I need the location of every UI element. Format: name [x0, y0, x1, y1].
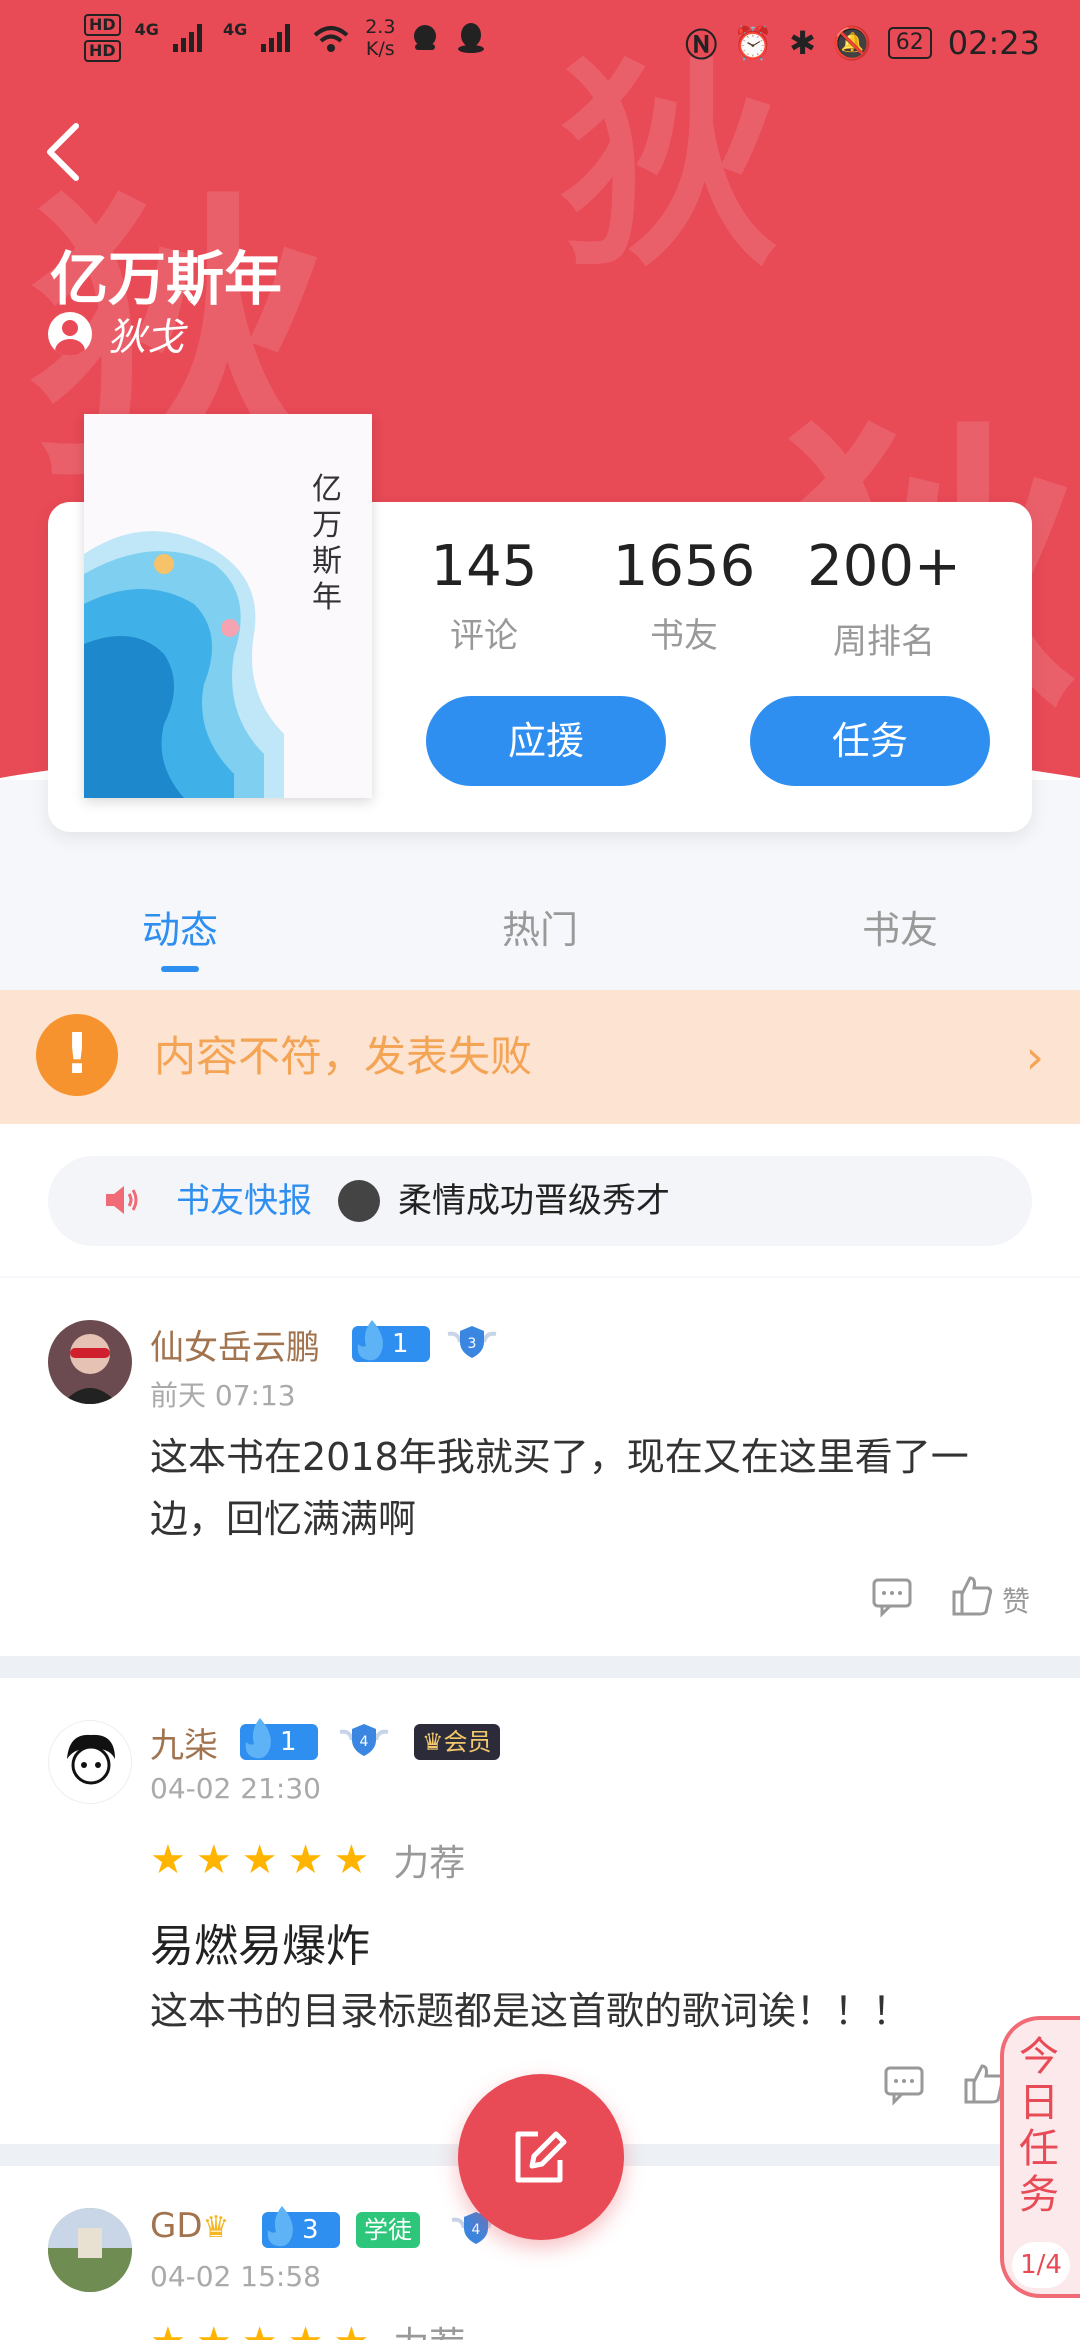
compose-post-button[interactable]	[458, 2074, 624, 2240]
post-failed-banner[interactable]: ! 内容不符，发表失败 ›	[0, 990, 1080, 1124]
daily-task-label: 今日任务	[1019, 2034, 1059, 2218]
hd-icon: HD	[84, 14, 121, 36]
wifi-icon	[313, 26, 349, 52]
alarm-icon: ⏰	[733, 24, 774, 62]
mute-icon: 🔕	[831, 24, 872, 62]
chevron-right-icon: ›	[1025, 1030, 1044, 1084]
news-label: 书友快报	[176, 1181, 312, 1221]
level-badge: 1	[240, 1718, 318, 1760]
stat-comments[interactable]: 145 评论	[384, 530, 584, 663]
svg-text:4: 4	[472, 2222, 481, 2238]
tab-readers[interactable]: 书友	[720, 870, 1080, 990]
level-badge: 3	[262, 2206, 340, 2248]
daily-task-tab[interactable]: 今日任务 1/4	[1000, 2016, 1080, 2298]
stat-weekly-rank[interactable]: 200+ 周排名	[784, 530, 984, 663]
post-title[interactable]: 易燃易爆炸	[150, 1910, 370, 1974]
support-button[interactable]: 应援	[426, 696, 666, 786]
avatar[interactable]	[48, 1720, 132, 1804]
status-bar: HD HD 4G 4G 2.3 K/s Ⓝ ⏰ ✱ 🔕 62 02:23	[0, 0, 1080, 80]
cover-title: 亿万斯年	[312, 472, 342, 615]
star-icon: ★	[195, 1837, 232, 1883]
rating-label: 力荐	[393, 2316, 465, 2340]
rating-stars: ★ ★ ★ ★ ★ 力荐	[150, 2316, 465, 2340]
signal-icon	[261, 24, 297, 52]
post-item: 仙女岳云鹏 1 3 前天 07:13 这本书在2018年我就买了，现在又在这里看…	[0, 1278, 1080, 1656]
nfc-icon: Ⓝ	[685, 26, 718, 64]
like-label[interactable]: 赞	[1002, 1580, 1030, 1620]
star-icon: ★	[288, 2320, 324, 2340]
task-button[interactable]: 任务	[750, 696, 990, 786]
qq-icon	[458, 23, 485, 53]
star-icon: ★	[287, 1837, 324, 1883]
level-badge: 1	[352, 1320, 430, 1362]
rating-label: 力荐	[393, 1843, 466, 1884]
network-type: 4G	[222, 20, 248, 39]
username[interactable]: GD♛	[150, 2206, 229, 2246]
avatar	[338, 1180, 380, 1222]
post-time: 04-02 21:30	[150, 1772, 321, 1805]
tab-bar: 动态 热门 书友	[0, 870, 1080, 990]
crown-icon: ♛	[202, 2210, 230, 2245]
book-cover[interactable]: 亿万斯年	[84, 414, 372, 798]
star-icon: ★	[333, 2320, 369, 2340]
star-icon: ★	[241, 1837, 278, 1883]
flame-icon	[357, 1320, 383, 1361]
comment-icon[interactable]	[882, 2062, 926, 2106]
daily-task-progress: 1/4	[1012, 2242, 1070, 2288]
svg-text:3: 3	[468, 1336, 477, 1352]
chevron-left-icon	[47, 123, 79, 181]
battery-icon: 62	[887, 27, 932, 59]
svg-text:4: 4	[360, 1734, 369, 1750]
reader-news-ticker[interactable]: 书友快报 柔情成功晋级秀才	[48, 1156, 1032, 1246]
star-icon: ★	[150, 2320, 186, 2340]
rank-shield-icon: 4	[339, 1724, 389, 1756]
net-speed: 2.3 K/s	[365, 16, 396, 60]
username[interactable]: 仙女岳云鹏	[150, 1320, 320, 1369]
hd-icon: HD	[84, 40, 121, 62]
avatar[interactable]	[48, 2208, 132, 2292]
tab-activity[interactable]: 动态	[0, 870, 360, 990]
app-notification-icon	[414, 25, 437, 50]
thumbs-up-icon[interactable]	[950, 1574, 994, 1618]
divider	[0, 1656, 1080, 1678]
flame-icon	[245, 1718, 271, 1759]
tab-popular[interactable]: 热门	[360, 870, 720, 990]
avatar[interactable]	[48, 1320, 132, 1404]
back-button[interactable]	[42, 120, 92, 190]
warning-icon: !	[36, 1014, 118, 1096]
post-body[interactable]: 这本书的目录标题都是这首歌的歌词诶！！！	[150, 1980, 1030, 2042]
clock: 02:23	[947, 24, 1040, 62]
comment-icon[interactable]	[870, 1574, 914, 1618]
bluetooth-icon: ✱	[789, 24, 816, 62]
crown-icon: ♛	[422, 1728, 444, 1756]
news-section: 书友快报 柔情成功晋级秀才	[0, 1124, 1080, 1276]
star-icon: ★	[150, 1837, 186, 1883]
news-text: 柔情成功晋级秀才	[398, 1181, 670, 1221]
post-body[interactable]: 这本书在2018年我就买了，现在又在这里看了一边，回忆满满啊	[150, 1426, 1030, 1550]
stat-readers[interactable]: 1656 书友	[584, 530, 784, 663]
author-row[interactable]: 狄戈	[48, 306, 184, 361]
user-icon	[48, 311, 92, 356]
post-time: 前天 07:13	[150, 1379, 296, 1412]
signal-icon	[172, 24, 209, 52]
rating-stars: ★ ★ ★ ★ ★ 力荐	[150, 1834, 465, 1886]
username[interactable]: 九柒	[150, 1718, 218, 1767]
edit-icon	[515, 2131, 567, 2183]
member-badge: ♛会员	[414, 1724, 500, 1760]
star-icon: ★	[196, 2320, 232, 2340]
warning-text: 内容不符，发表失败	[154, 1032, 533, 1081]
flame-icon	[267, 2206, 293, 2247]
book-stats: 145 评论 1656 书友 200+ 周排名	[384, 530, 1004, 663]
star-icon: ★	[242, 2320, 278, 2340]
rank-shield-icon: 3	[447, 1326, 497, 1358]
author-name: 狄戈	[108, 315, 185, 359]
network-type: 4G	[134, 20, 159, 39]
apprentice-badge: 学徒	[356, 2212, 420, 2248]
star-icon: ★	[333, 1837, 370, 1883]
book-title: 亿万斯年	[50, 245, 283, 313]
speaker-icon	[106, 1186, 138, 1214]
post-time: 04-02 15:58	[150, 2260, 321, 2293]
